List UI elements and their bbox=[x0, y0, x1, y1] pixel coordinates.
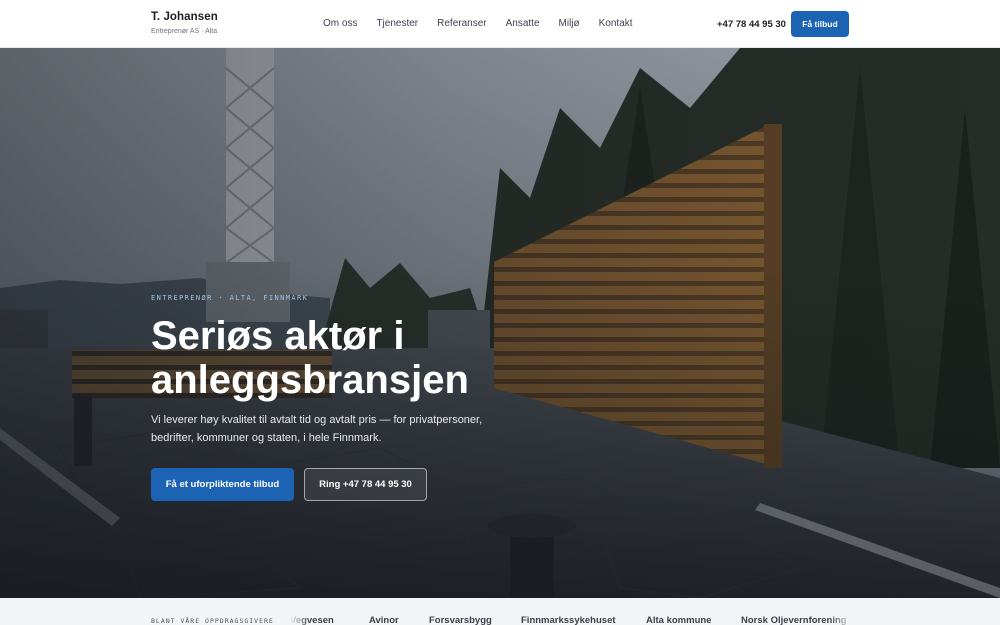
header-phone-link[interactable]: +47 78 44 95 30 bbox=[717, 19, 786, 30]
nav-item-tjenester[interactable]: Tjenester bbox=[376, 18, 418, 29]
nav-item-miljo[interactable]: Miljø bbox=[559, 18, 580, 29]
hero-description: Vi leverer høy kvalitet til avtalt tid o… bbox=[151, 414, 483, 444]
client-alta-kommune: Alta kommune bbox=[646, 615, 712, 625]
clients-strip: BLANT VÅRE OPPDRAGSGIVERE Vegvesen Avino… bbox=[0, 598, 1000, 625]
brand-subtitle: Entreprenør AS · Alta bbox=[151, 28, 218, 35]
clients-label: BLANT VÅRE OPPDRAGSGIVERE bbox=[151, 617, 274, 625]
call-phone-button[interactable]: Ring +47 78 44 95 30 bbox=[304, 468, 427, 501]
client-avinor: Avinor bbox=[369, 615, 399, 625]
client-forsvarsbygg: Forsvarsbygg bbox=[429, 615, 492, 625]
brand-name: T. Johansen bbox=[151, 11, 218, 23]
marquee-fade-left bbox=[290, 608, 310, 625]
request-quote-button[interactable]: Få et uforpliktende tilbud bbox=[151, 468, 294, 501]
get-quote-button[interactable]: Få tilbud bbox=[791, 11, 849, 37]
site-header: T. Johansen Entreprenør AS · Alta Om oss… bbox=[0, 0, 1000, 48]
nav-item-kontakt[interactable]: Kontakt bbox=[599, 18, 633, 29]
hero-title: Seriøs aktør i anleggsbransjen bbox=[151, 314, 469, 402]
nav-item-om-oss[interactable]: Om oss bbox=[323, 18, 357, 29]
clients-marquee: Vegvesen Avinor Forsvarsbygg Finnmarkssy… bbox=[290, 615, 850, 625]
nav-item-referanser[interactable]: Referanser bbox=[437, 18, 486, 29]
marquee-fade-right bbox=[830, 608, 852, 625]
hero-section: ENTREPRENØR · ALTA, FINNMARK Seriøs aktø… bbox=[0, 48, 1000, 598]
hero-eyebrow: ENTREPRENØR · ALTA, FINNMARK bbox=[151, 294, 309, 302]
brand[interactable]: T. Johansen Entreprenør AS · Alta bbox=[151, 11, 218, 35]
client-finnmarkssykehuset: Finnmarkssykehuset bbox=[521, 615, 616, 625]
nav-item-ansatte[interactable]: Ansatte bbox=[506, 18, 540, 29]
main-nav: Om oss Tjenester Referanser Ansatte Milj… bbox=[323, 18, 652, 29]
